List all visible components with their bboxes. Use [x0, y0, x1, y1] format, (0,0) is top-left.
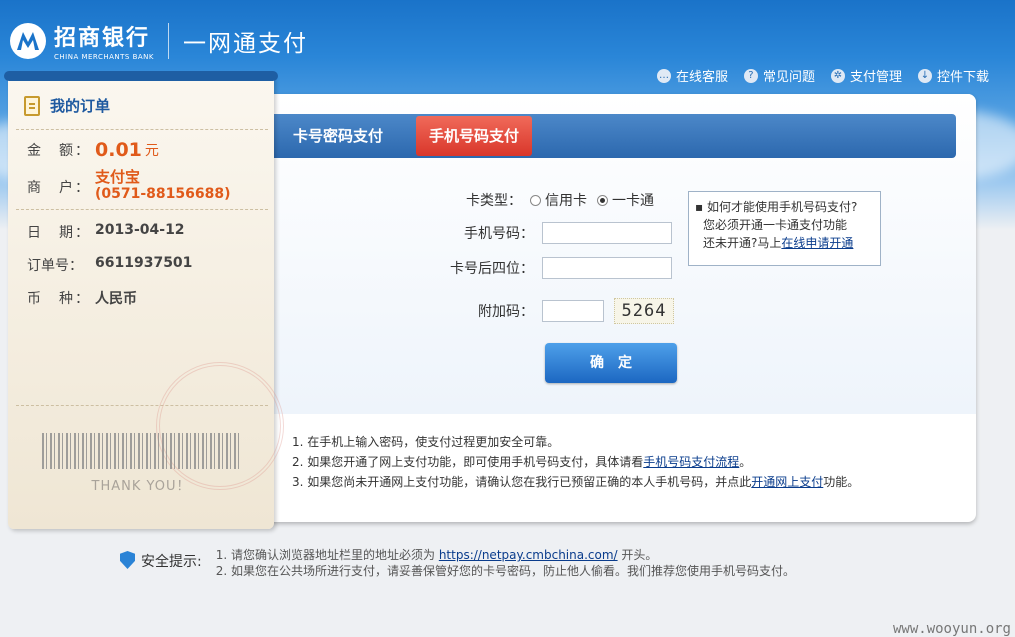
- stamp-decoration: [156, 362, 284, 490]
- netpay-url-link[interactable]: https://netpay.cmbchina.com/: [439, 548, 618, 562]
- radio-credit-card[interactable]: 信用卡: [530, 190, 587, 210]
- debit-card-label: 一卡通: [612, 193, 654, 209]
- bank-logo[interactable]: 招商银行 CHINA MERCHANTS BANK 一网通支付: [10, 20, 308, 61]
- card-last4-input[interactable]: [542, 257, 672, 279]
- confirm-button[interactable]: 确定: [545, 343, 677, 383]
- currency-row: 币 种： 人民币: [27, 288, 137, 308]
- security-tips: 安全提示: 1. 请您确认浏览器地址栏里的地址必须为 https://netpa…: [120, 547, 795, 579]
- card-last4-label: 卡号后四位：: [450, 261, 534, 277]
- order-no-row: 订单号： 6611937501: [27, 255, 192, 275]
- watermark-text: www.wooyun.org: [892, 621, 1011, 637]
- payment-notes: 1. 在手机上输入密码，使支付过程更加安全可靠。 2. 如果您开通了网上支付功能…: [292, 432, 859, 492]
- security-title: 安全提示:: [141, 554, 202, 570]
- thank-you-text: THANK YOU！: [91, 479, 191, 494]
- note-1: 1. 在手机上输入密码，使支付过程更加安全可靠。: [292, 435, 560, 449]
- security-tip-2: 2. 如果您在公共场所进行支付，请妥善保管好您的卡号密码，防止他人偷看。我们推荐…: [215, 564, 795, 578]
- order-no-value: 6611937501: [95, 255, 193, 271]
- note-3: 3. 如果您尚未开通网上支付功能，请确认您在我行已预留正确的本人手机号码，并点此…: [292, 475, 860, 489]
- payment-management-link[interactable]: ✲ 支付管理: [830, 66, 902, 85]
- order-title-text: 我的订单: [50, 97, 111, 115]
- online-service-link[interactable]: … 在线客服: [656, 66, 728, 85]
- divider: [16, 129, 268, 130]
- gear-icon: ✲: [830, 68, 845, 83]
- radio-debit-card[interactable]: 一卡通: [597, 190, 654, 210]
- clipboard-icon: [24, 95, 40, 116]
- amount-unit: 元: [144, 143, 159, 159]
- radio-debit-card-circle[interactable]: [597, 194, 608, 206]
- netpay-slogan: 一网通支付: [182, 30, 308, 57]
- help-line2: 还未开通?马上在线申请开通: [703, 236, 854, 250]
- top-links: … 在线客服 ? 常见问题 ✲ 支付管理 ↓ 控件下载: [656, 66, 989, 85]
- date-row: 日 期： 2013-04-12: [27, 222, 185, 242]
- note-2: 2. 如果您开通了网上支付功能，即可使用手机号码支付，具体请看手机号码支付流程。: [292, 455, 752, 469]
- bank-name-en: CHINA MERCHANTS BANK: [54, 53, 154, 61]
- phone-label: 手机号码：: [464, 226, 534, 242]
- merchant-name: 支付宝: [95, 168, 141, 186]
- apply-online-link[interactable]: 在线申请开通: [781, 236, 853, 250]
- date-value: 2013-04-12: [95, 222, 185, 238]
- card-type-row: 卡类型： 信用卡 一卡通: [430, 190, 664, 210]
- question-icon: ?: [743, 68, 758, 83]
- amount-row: 金 额： 0.01 元: [27, 139, 159, 161]
- currency-value: 人民币: [95, 291, 137, 307]
- phone-row: 手机号码：: [434, 222, 672, 244]
- payment-management-label: 支付管理: [849, 70, 902, 85]
- card-type-label: 卡类型：: [466, 193, 522, 209]
- captcha-image[interactable]: 5264: [614, 298, 674, 324]
- download-icon: ↓: [917, 68, 932, 83]
- faq-label: 常见问题: [762, 70, 815, 85]
- barcode-image: [42, 433, 240, 469]
- shield-icon: [120, 551, 135, 569]
- captcha-label: 附加码：: [478, 304, 534, 320]
- order-title: 我的订单: [24, 95, 110, 116]
- control-download-link[interactable]: ↓ 控件下载: [917, 66, 989, 85]
- radio-credit-card-circle[interactable]: [530, 194, 541, 206]
- captcha-input[interactable]: [542, 300, 604, 322]
- phone-pay-flow-link[interactable]: 手机号码支付流程: [643, 455, 739, 469]
- merchant-row: 商 户： 支付宝 (0571-88156688): [27, 169, 231, 203]
- tab-card-password[interactable]: 卡号密码支付: [280, 116, 396, 156]
- online-service-label: 在线客服: [675, 70, 728, 85]
- merchant-label: 商 户：: [27, 180, 91, 196]
- captcha-row: 附加码： 5264: [434, 298, 674, 324]
- credit-card-label: 信用卡: [545, 193, 587, 209]
- help-line1: 您必须开通一卡通支付功能: [703, 218, 848, 232]
- open-online-pay-link[interactable]: 开通网上支付: [751, 475, 823, 489]
- help-box: ▪ 如何才能使用手机号码支付? 您必须开通一卡通支付功能 还未开通?马上在线申请…: [688, 191, 881, 266]
- control-download-label: 控件下载: [936, 70, 989, 85]
- phone-input[interactable]: [542, 222, 672, 244]
- tab-phone-number[interactable]: 手机号码支付: [416, 116, 533, 156]
- receipt-slot: [4, 71, 278, 81]
- faq-link[interactable]: ? 常见问题: [743, 66, 815, 85]
- cmb-logo-icon: [10, 22, 46, 59]
- chat-icon: …: [656, 68, 671, 83]
- logo-divider: [167, 22, 169, 59]
- currency-label: 币 种：: [27, 291, 91, 307]
- order-no-label: 订单号：: [27, 258, 83, 274]
- payment-panel: 卡号密码支付 手机号码支付 卡类型： 信用卡 一卡通 手机号码： 卡号后四位： …: [262, 94, 976, 522]
- bank-name: 招商银行: [54, 26, 151, 51]
- divider: [16, 209, 268, 210]
- payment-tabs: 卡号密码支付 手机号码支付: [270, 114, 956, 158]
- merchant-phone: (0571-88156688): [95, 186, 231, 202]
- card-last4-row: 卡号后四位：: [434, 257, 672, 279]
- amount-label: 金 额：: [27, 143, 91, 159]
- security-tip-1: 1. 请您确认浏览器地址栏里的地址必须为 https://netpay.cmbc…: [215, 548, 658, 562]
- help-question: ▪ 如何才能使用手机号码支付?: [695, 200, 858, 214]
- date-label: 日 期：: [27, 225, 91, 241]
- order-receipt: 我的订单 金 额： 0.01 元 商 户： 支付宝 (0571-88156688…: [4, 71, 284, 529]
- amount-value: 0.01: [95, 139, 142, 161]
